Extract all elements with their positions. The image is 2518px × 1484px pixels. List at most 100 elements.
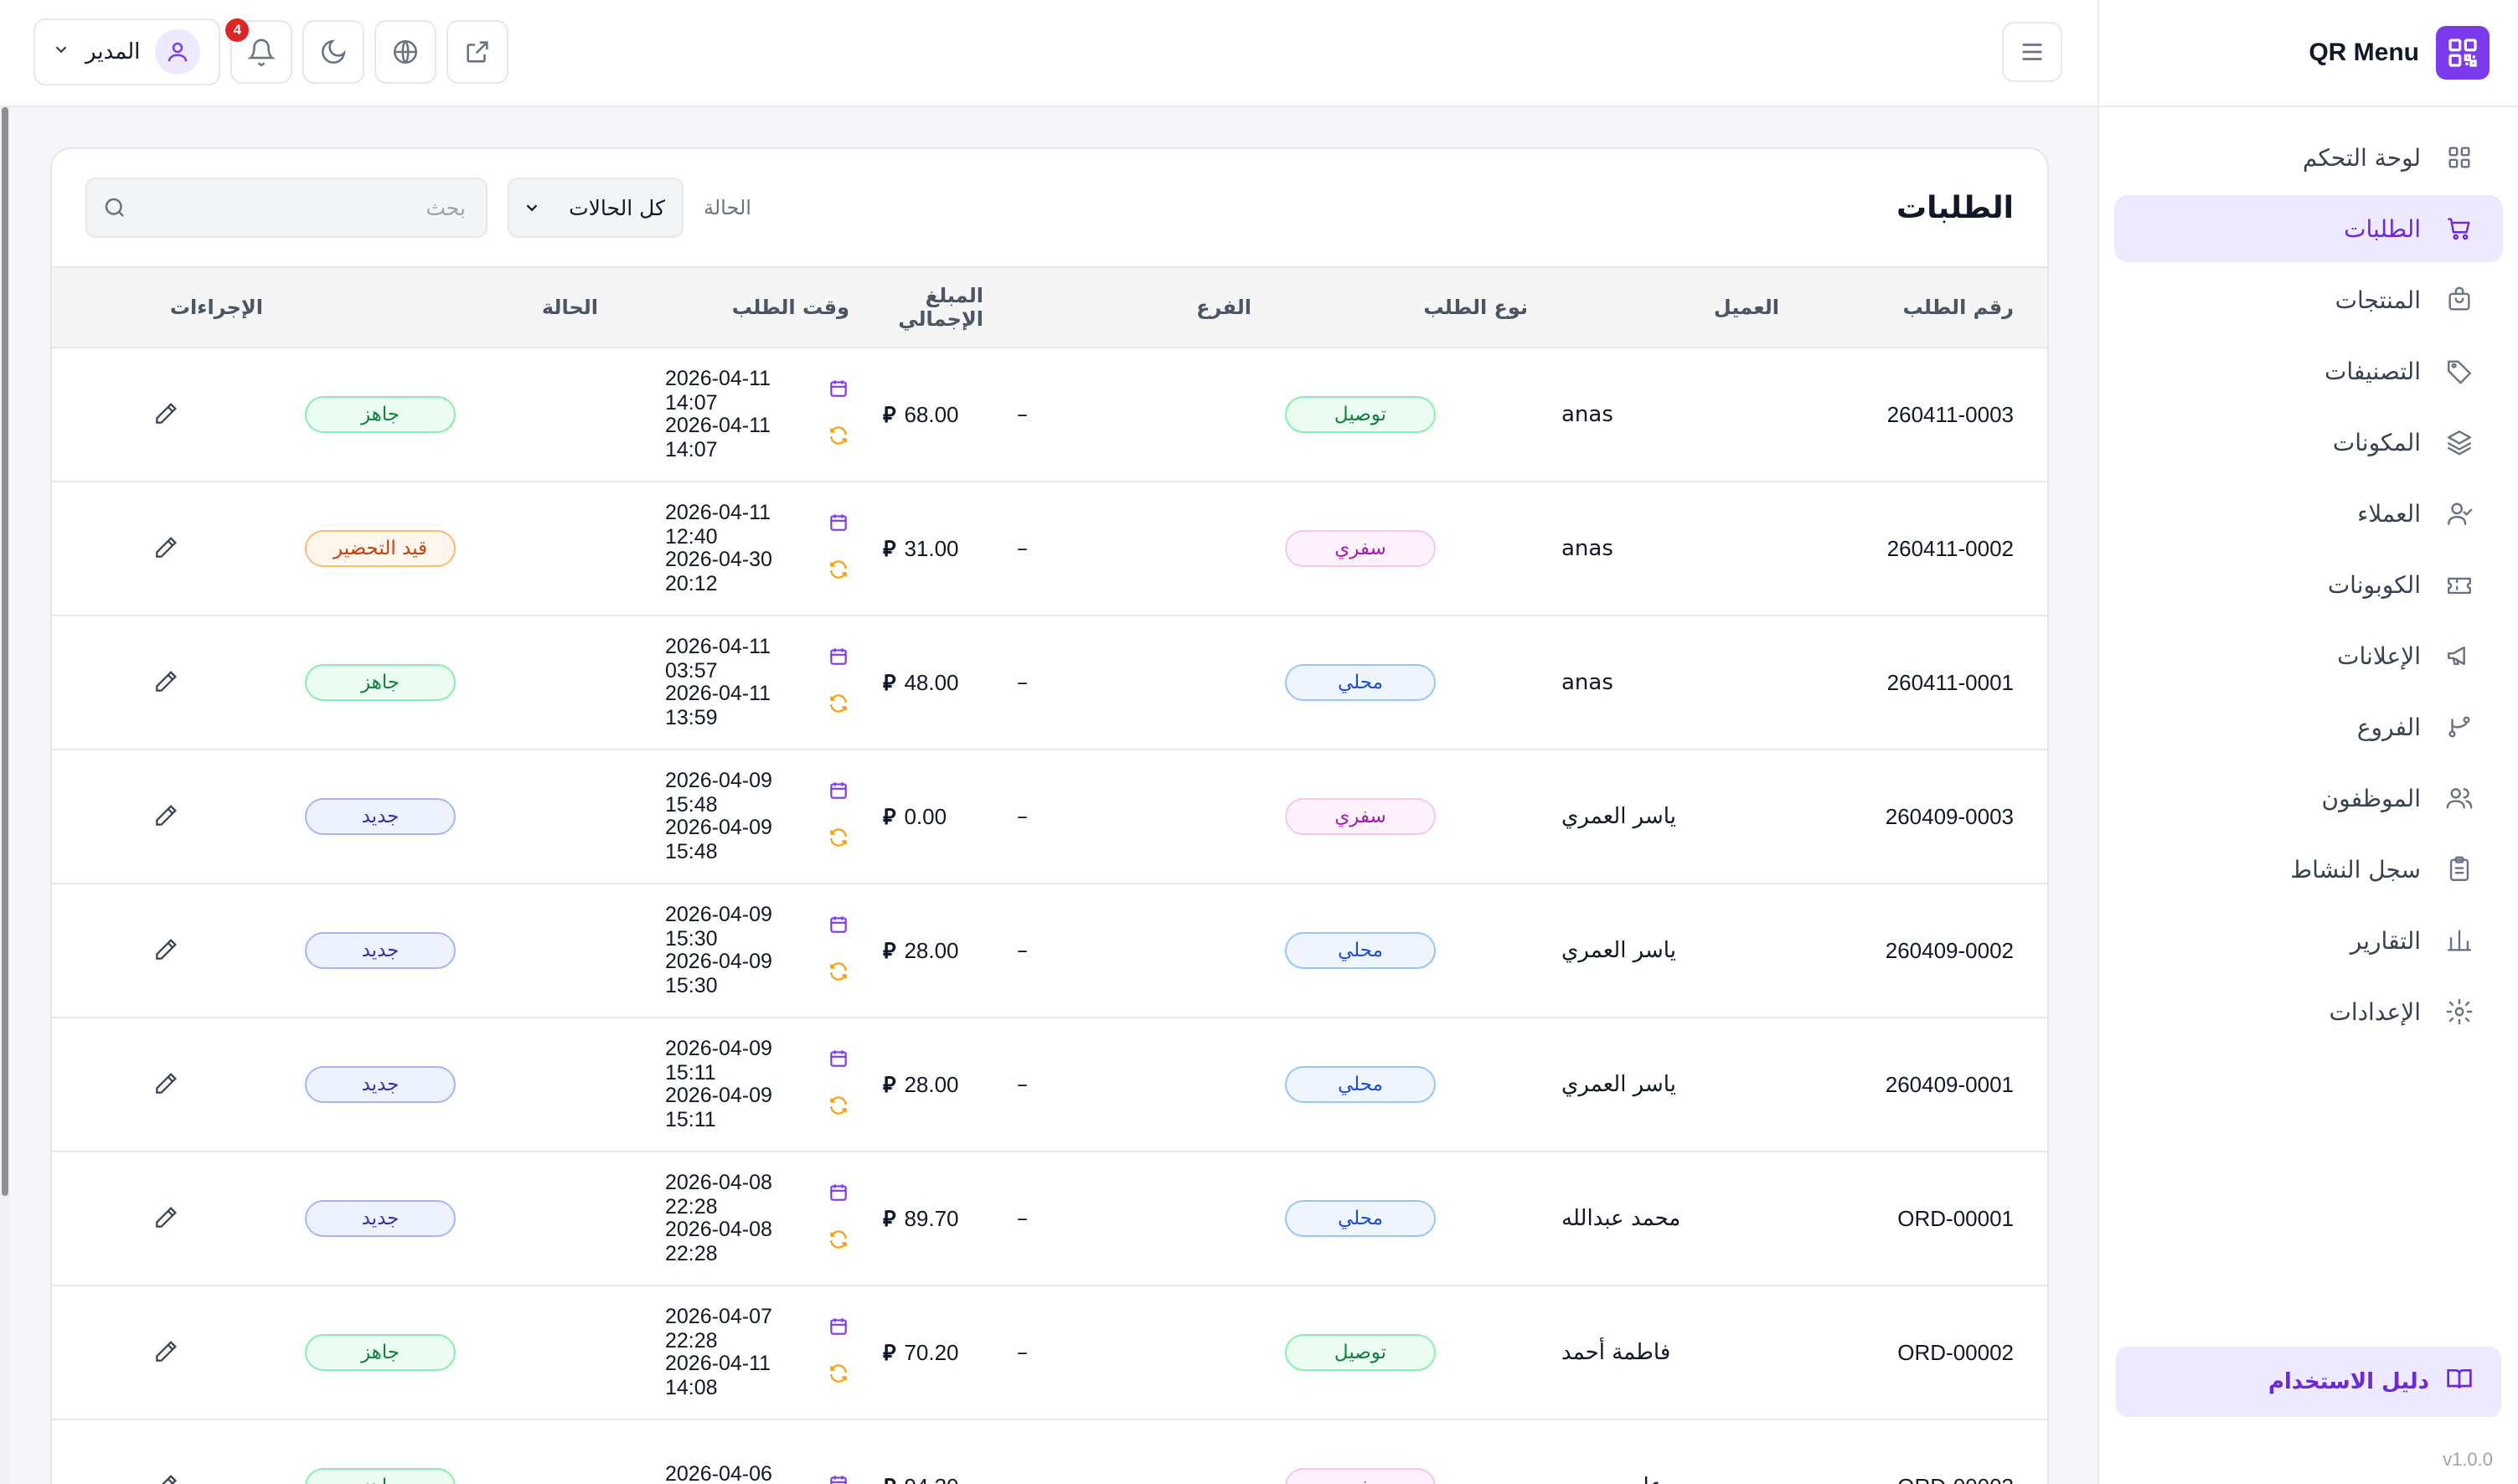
sidebar-item-branch[interactable]: الفروع xyxy=(2114,693,2503,760)
brand[interactable]: QR Menu xyxy=(2099,0,2518,107)
order-number[interactable]: 260409-0003 xyxy=(1796,750,2047,884)
user-guide-button[interactable]: دليل الاستخدام xyxy=(2116,1347,2501,1417)
updated-time: 2026-04-09 15:11 xyxy=(665,1084,849,1131)
status-filter-select[interactable]: كل الحالات xyxy=(508,178,684,238)
sidebar-item-user-check[interactable]: العملاء xyxy=(2114,480,2503,547)
total-amount: ⃁ 28.00 xyxy=(883,1071,959,1099)
riyal-symbol-icon: ⃁ xyxy=(883,535,896,561)
created-time: 2026-04-11 12:40 xyxy=(665,501,849,549)
table-row[interactable]: 260411-0001 anas محلي – ⃁ 48.00 2026-04-11 03:… xyxy=(52,616,2047,750)
created-time: 2026-04-11 03:57 xyxy=(665,635,849,683)
edit-icon[interactable] xyxy=(149,665,183,698)
col-actions: الإجراءات xyxy=(169,296,263,319)
bar-chart-icon xyxy=(2444,925,2474,956)
sidebar-item-users[interactable]: الموظفون xyxy=(2114,765,2503,832)
refresh-icon xyxy=(828,827,849,854)
table-row[interactable]: 260409-0002 ياسر العمري محلي – ⃁ 28.00 2026-04… xyxy=(52,884,2047,1018)
dark-mode-toggle[interactable] xyxy=(302,20,365,84)
user-name: المدير xyxy=(85,39,141,64)
sidebar-item-layers[interactable]: المكونات xyxy=(2114,409,2503,476)
edit-icon[interactable] xyxy=(149,1201,183,1234)
created-time: 2026-04-07 22:28 xyxy=(665,1305,849,1353)
customer-name: علي حسين xyxy=(1545,1420,1796,1484)
user-menu-button[interactable]: المدير xyxy=(34,18,221,85)
language-button[interactable] xyxy=(374,20,437,84)
table-row[interactable]: 260409-0003 ياسر العمري سفري – ⃁ 0.00 2026-04-… xyxy=(52,750,2047,884)
sidebar-item-bag[interactable]: المنتجات xyxy=(2114,266,2503,333)
refresh-icon xyxy=(828,1363,849,1390)
scrollbar[interactable] xyxy=(0,107,10,1484)
order-number[interactable]: 260409-0001 xyxy=(1796,1018,2047,1152)
status-badge: جاهز xyxy=(305,664,456,701)
sidebar-item-label: سجل النشاط xyxy=(2290,855,2421,884)
order-type-badge: سفري xyxy=(1285,798,1436,835)
edit-icon[interactable] xyxy=(149,1469,183,1484)
customer-name: ياسر العمري xyxy=(1561,804,1676,829)
branch: – xyxy=(1017,804,1028,829)
sidebar-item-label: المنتجات xyxy=(2335,286,2421,314)
table-header-row: رقم الطلب العميل نوع الطلب الفرع المبلغ … xyxy=(52,267,2047,348)
notifications-button[interactable]: 4 xyxy=(225,18,293,84)
refresh-icon xyxy=(828,425,849,452)
created-time: 2026-04-09 15:30 xyxy=(665,903,849,951)
sidebar-item-label: التصنيفات xyxy=(2325,357,2421,385)
search-input[interactable]: بحث xyxy=(85,178,488,238)
col-order-number: رقم الطلب xyxy=(1902,296,2014,319)
total-amount: ⃁ 94.30 xyxy=(883,1473,959,1484)
orders-card: الطلبات الحالة كل الحالات بحث رقم الطلب … xyxy=(50,147,2049,1484)
edit-icon[interactable] xyxy=(149,1335,183,1368)
edit-icon[interactable] xyxy=(149,1067,183,1100)
sidebar-item-dashboard[interactable]: لوحة التحكم xyxy=(2114,124,2503,191)
order-number[interactable]: 260409-0002 xyxy=(1796,884,2047,1018)
page-title: الطلبات xyxy=(1896,190,2014,225)
status-badge: جاهز xyxy=(305,1468,456,1484)
table-row[interactable]: 260409-0001 ياسر العمري محلي – ⃁ 28.00 2026-04… xyxy=(52,1018,2047,1152)
edit-icon[interactable] xyxy=(149,799,183,832)
calendar-icon xyxy=(828,1048,849,1075)
scrollbar-thumb[interactable] xyxy=(2,107,8,1196)
sidebar-item-label: لوحة التحكم xyxy=(2302,143,2421,172)
edit-icon[interactable] xyxy=(149,531,183,564)
sidebar-item-label: العملاء xyxy=(2357,499,2421,528)
sidebar-item-ticket[interactable]: الكوبونات xyxy=(2114,551,2503,618)
sidebar-item-label: التقارير xyxy=(2350,926,2421,955)
sidebar-item-label: المكونات xyxy=(2332,428,2421,456)
created-time: 2026-04-09 15:11 xyxy=(665,1037,849,1085)
hamburger-icon xyxy=(2022,44,2042,60)
order-number[interactable]: ORD-00001 xyxy=(1796,1152,2047,1286)
order-number[interactable]: ORD-00002 xyxy=(1796,1286,2047,1420)
sidebar-item-cart[interactable]: الطلبات xyxy=(2114,195,2503,262)
refresh-icon xyxy=(828,693,849,720)
sidebar-item-gear[interactable]: الإعدادات xyxy=(2114,978,2503,1045)
order-number[interactable]: ORD-00003 xyxy=(1796,1420,2047,1484)
menu-toggle-button[interactable] xyxy=(2002,22,2062,82)
table-row[interactable]: 260411-0002 anas سفري – ⃁ 31.00 2026-04-11 12:… xyxy=(52,482,2047,616)
table-row[interactable]: ORD-00002 فاطمة أحمد توصيل – ⃁ 70.20 2026-04-0… xyxy=(52,1286,2047,1420)
topbar: المدير 4 xyxy=(0,0,2097,107)
riyal-symbol-icon: ⃁ xyxy=(883,669,896,695)
sidebar-item-tag[interactable]: التصنيفات xyxy=(2114,338,2503,404)
sidebar-item-bar-chart[interactable]: التقارير xyxy=(2114,907,2503,974)
calendar-icon xyxy=(828,780,849,807)
col-order-time: وقت الطلب xyxy=(731,296,849,319)
orders-header: الطلبات الحالة كل الحالات بحث xyxy=(52,149,2047,266)
order-number[interactable]: 260411-0003 xyxy=(1796,348,2047,482)
table-row[interactable]: ORD-00001 محمد عبدالله محلي – ⃁ 89.70 2026-04-… xyxy=(52,1152,2047,1286)
table-row[interactable]: ORD-00003علي حسين سفري – ⃁ 94.30 2026-04-06 2… xyxy=(52,1420,2047,1484)
sidebar-item-label: الفروع xyxy=(2356,713,2421,741)
sidebar-item-megaphone[interactable]: الإعلانات xyxy=(2114,622,2503,689)
created-time: 2026-04-08 22:28 xyxy=(665,1171,849,1219)
user-check-icon xyxy=(2444,498,2474,528)
order-number[interactable]: 260411-0001 xyxy=(1796,616,2047,750)
edit-icon[interactable] xyxy=(149,397,183,430)
branch: – xyxy=(1017,670,1028,695)
order-number[interactable]: 260411-0002 xyxy=(1796,482,2047,616)
open-external-button[interactable] xyxy=(446,20,509,84)
gear-icon xyxy=(2444,997,2474,1027)
col-branch: الفرع xyxy=(1196,296,1251,319)
table-row[interactable]: 260411-0003 anas توصيل – ⃁ 68.00 2026-04-11 14… xyxy=(52,348,2047,482)
calendar-icon xyxy=(828,914,849,941)
edit-icon[interactable] xyxy=(149,933,183,966)
bell-icon xyxy=(247,39,276,66)
sidebar-item-clipboard[interactable]: سجل النشاط xyxy=(2114,836,2503,903)
